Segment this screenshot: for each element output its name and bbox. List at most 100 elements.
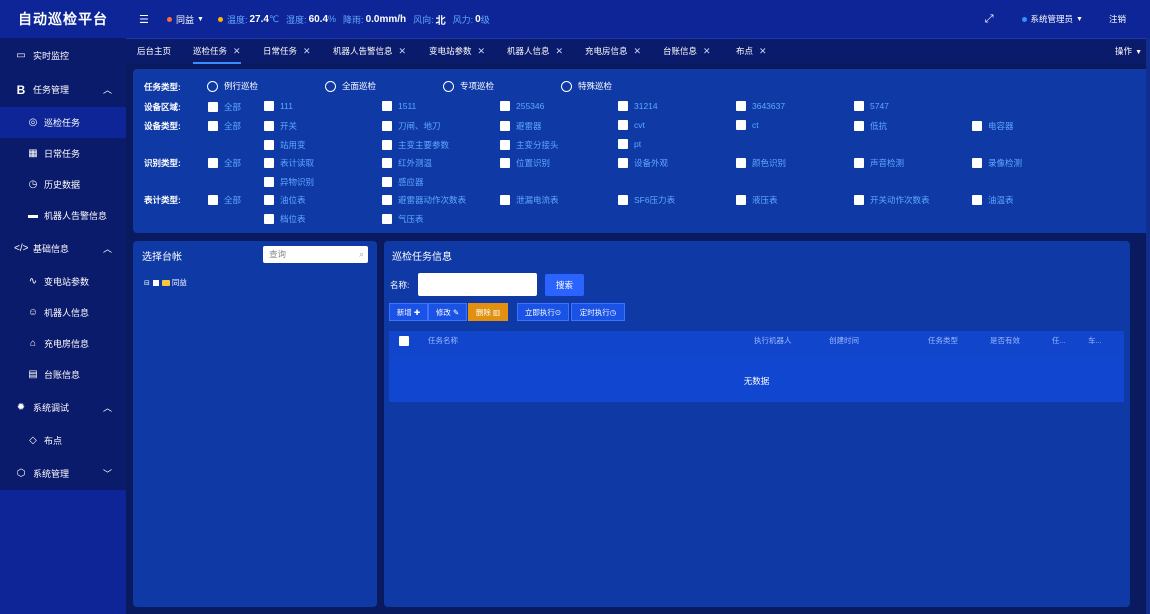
area-checkbox[interactable]: 1511	[382, 101, 416, 111]
device-checkbox[interactable]: ct	[736, 120, 759, 130]
menu-robot-alarm[interactable]: ▬ 机器人告警信息	[0, 200, 126, 231]
logout-button[interactable]: 注销	[1109, 13, 1126, 25]
area-checkbox[interactable]: 5747	[854, 101, 889, 111]
menu-charging-room[interactable]: ⌂ 充电房信息	[0, 328, 126, 359]
menu-substation-params[interactable]: ∿ 变电站参数	[0, 266, 126, 297]
device-checkbox[interactable]: cvt	[618, 120, 645, 130]
close-icon[interactable]: ✕	[556, 46, 564, 56]
device-checkbox[interactable]: 刀闸、地刀	[382, 120, 441, 132]
recog-checkbox[interactable]: 位置识别	[500, 157, 550, 169]
close-icon[interactable]: ✕	[303, 46, 311, 56]
recog-checkbox[interactable]: 设备外观	[618, 157, 668, 169]
meter-checkbox[interactable]: 液压表	[736, 194, 778, 206]
tab-patrol-task[interactable]: 巡检任务 ✕	[193, 39, 241, 64]
area-checkbox[interactable]: 111	[264, 101, 293, 111]
meter-checkbox[interactable]: 泄漏电流表	[500, 194, 559, 206]
close-icon[interactable]: ✕	[703, 46, 711, 56]
menu-patrol-task[interactable]: ◎ 巡检任务	[0, 107, 126, 138]
run-now-button[interactable]: 立即执行⊙	[517, 303, 569, 321]
fullscreen-icon[interactable]: ⤢	[985, 13, 994, 26]
search-button[interactable]: 搜索	[545, 274, 584, 296]
col-valid[interactable]: 是否有效	[990, 331, 1020, 351]
recog-checkbox-all[interactable]: 全部	[208, 157, 241, 169]
recog-checkbox[interactable]: 颜色识别	[736, 157, 786, 169]
menu-toggle-icon[interactable]: ☰	[139, 13, 151, 26]
tab-deploy-points[interactable]: 布点 ✕	[736, 39, 767, 64]
area-checkbox[interactable]: 31214	[618, 101, 658, 111]
device-checkbox-all[interactable]: 全部	[208, 120, 241, 132]
col-task-type[interactable]: 任务类型	[928, 331, 958, 351]
device-checkbox[interactable]: 低抗	[854, 120, 887, 132]
radio-special[interactable]: 特殊巡检	[561, 80, 612, 92]
menu-realtime[interactable]: ▭ 实时监控	[0, 40, 126, 71]
device-checkbox[interactable]: 避雷器	[500, 120, 542, 132]
col-created[interactable]: 创建时间	[829, 331, 859, 351]
col-truncated-1[interactable]: 任...	[1052, 331, 1066, 351]
tab-daily-task[interactable]: 日常任务 ✕	[263, 39, 311, 64]
search-icon[interactable]: ⌕	[359, 246, 364, 263]
radio-routine[interactable]: 例行巡检	[207, 80, 258, 92]
meter-checkbox[interactable]: 气压表	[382, 213, 424, 225]
vertical-scrollbar[interactable]	[1146, 38, 1150, 614]
add-button[interactable]: 新增 ✚	[389, 303, 428, 321]
tab-robot-info[interactable]: 机器人信息 ✕	[507, 39, 563, 64]
close-icon[interactable]: ✕	[634, 46, 642, 56]
delete-button[interactable]: 删除 ▥	[468, 303, 508, 321]
meter-checkbox[interactable]: 避雷器动作次数表	[382, 194, 466, 206]
menu-ledger-info[interactable]: ▤ 台账信息	[0, 359, 126, 390]
tree-checkbox[interactable]	[152, 279, 159, 286]
meter-checkbox[interactable]: SF6压力表	[618, 194, 675, 206]
collapse-icon[interactable]: ⊟	[144, 279, 150, 287]
device-checkbox[interactable]: 电容器	[972, 120, 1014, 132]
close-icon[interactable]: ✕	[399, 46, 407, 56]
col-truncated-2[interactable]: 车...	[1088, 331, 1102, 351]
station-select[interactable]: 同益 ▼	[167, 13, 204, 26]
recog-checkbox[interactable]: 声音检测	[854, 157, 904, 169]
name-input[interactable]	[418, 273, 537, 296]
col-task-name[interactable]: 任务名称	[428, 331, 458, 351]
tab-ledger-info[interactable]: 台账信息 ✕	[663, 39, 711, 64]
radio-special-item[interactable]: 专项巡检	[443, 80, 494, 92]
close-icon[interactable]: ✕	[233, 46, 241, 56]
menu-sys-debug[interactable]: ✹ 系统调试 ︿	[0, 392, 126, 423]
menu-sys-mgmt[interactable]: ⬡ 系统管理 ﹀	[0, 458, 126, 489]
meter-checkbox[interactable]: 开关动作次数表	[854, 194, 930, 206]
menu-basic-info[interactable]: </> 基础信息 ︿	[0, 233, 126, 264]
recog-checkbox[interactable]: 感应器	[382, 176, 424, 188]
close-icon[interactable]: ✕	[478, 46, 486, 56]
tab-home[interactable]: 后台主页	[137, 39, 171, 64]
device-checkbox[interactable]: pt	[618, 139, 641, 149]
device-checkbox[interactable]: 主变主要参数	[382, 139, 449, 151]
meter-checkbox[interactable]: 油位表	[264, 194, 306, 206]
radio-full[interactable]: 全面巡检	[325, 80, 376, 92]
recog-checkbox[interactable]: 异物识别	[264, 176, 314, 188]
tabs-ops-menu[interactable]: 操作 ▼	[1115, 39, 1142, 65]
tab-robot-alarm[interactable]: 机器人告警信息 ✕	[333, 39, 406, 64]
device-checkbox[interactable]: 开关	[264, 120, 297, 132]
meter-checkbox[interactable]: 档位表	[264, 213, 306, 225]
recog-checkbox[interactable]: 表计读取	[264, 157, 314, 169]
device-checkbox[interactable]: 主变分接头	[500, 139, 559, 151]
select-all-checkbox[interactable]	[399, 336, 409, 346]
ledger-tree-root[interactable]: ⊟ 同益	[144, 277, 187, 288]
meter-checkbox[interactable]: 油温表	[972, 194, 1014, 206]
close-icon[interactable]: ✕	[759, 46, 767, 56]
menu-deploy-points[interactable]: ◇ 布点	[0, 425, 126, 456]
user-menu[interactable]: 系统管理员 ▼	[1021, 13, 1083, 25]
area-checkbox[interactable]: 255346	[500, 101, 544, 111]
area-checkbox[interactable]: 3643637	[736, 101, 785, 111]
area-checkbox-all[interactable]: 全部	[208, 101, 241, 113]
menu-task-mgmt[interactable]: B 任务管理 ︿	[0, 74, 126, 105]
tab-charging-room[interactable]: 充电房信息 ✕	[585, 39, 641, 64]
recog-checkbox[interactable]: 录像检测	[972, 157, 1022, 169]
tab-substation-params[interactable]: 变电站参数 ✕	[429, 39, 485, 64]
col-robot[interactable]: 执行机器人	[754, 331, 792, 351]
device-checkbox[interactable]: 站用变	[264, 139, 306, 151]
menu-robot-info[interactable]: ☺ 机器人信息	[0, 297, 126, 328]
meter-checkbox-all[interactable]: 全部	[208, 194, 241, 206]
ledger-search-input[interactable]: 查询 ⌕	[263, 246, 368, 263]
menu-daily-task[interactable]: ▦ 日常任务	[0, 138, 126, 169]
edit-button[interactable]: 修改 ✎	[428, 303, 467, 321]
schedule-button[interactable]: 定时执行◷	[571, 303, 625, 321]
recog-checkbox[interactable]: 红外测温	[382, 157, 432, 169]
